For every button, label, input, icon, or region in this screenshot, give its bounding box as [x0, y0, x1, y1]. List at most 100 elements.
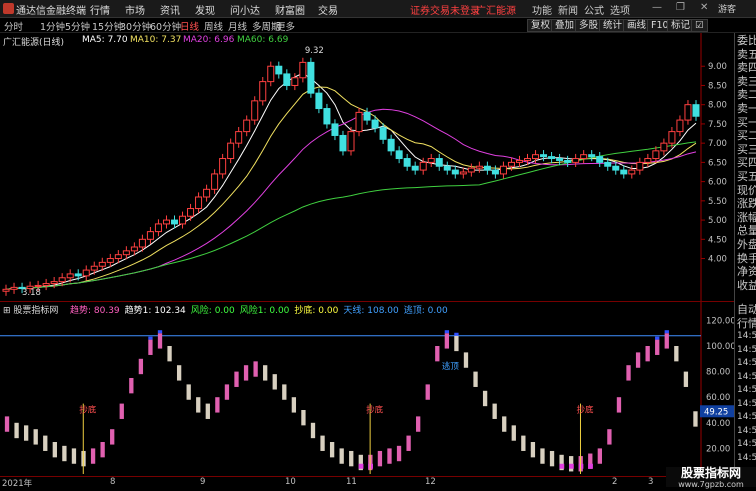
- indicator-bar: [148, 339, 153, 355]
- close-icon[interactable]: ✕: [700, 2, 708, 13]
- period-1min[interactable]: 1分钟: [40, 19, 65, 33]
- indicator-bar: [540, 448, 545, 464]
- menu-news-right[interactable]: 新闻: [558, 2, 578, 17]
- tool-mark[interactable]: 标记: [667, 19, 695, 32]
- candle: [507, 161, 515, 167]
- candle: [138, 238, 146, 248]
- candle: [98, 261, 106, 267]
- candle: [387, 138, 395, 152]
- candle: [219, 158, 227, 175]
- candle: [154, 223, 162, 233]
- price-chart-svg[interactable]: 9.00 8.50 8.00 7.50 7.00 6.50 6.00 5.50 5.00 4.50…: [0, 33, 734, 301]
- indicator-bar: [492, 403, 497, 419]
- top-marker: [157, 330, 163, 334]
- indicator-bar: [205, 403, 210, 419]
- period-more[interactable]: 更多: [276, 19, 295, 33]
- candle: [652, 150, 660, 160]
- quote-field-label: 买四: [737, 156, 756, 170]
- x-axis: 2021年 8 9 10 11 12 2 3: [0, 476, 734, 489]
- top-marker: [148, 336, 153, 340]
- candle: [267, 65, 275, 83]
- period-intraday[interactable]: 分时: [4, 19, 23, 33]
- candle: [604, 161, 612, 167]
- menu-wealth[interactable]: 财富圈: [275, 2, 305, 17]
- candle: [395, 150, 403, 160]
- period-weekly[interactable]: 周线: [204, 19, 223, 33]
- period-15min[interactable]: 15分钟: [92, 19, 123, 33]
- candle: [499, 165, 507, 175]
- quote-field-label: 收益: [737, 278, 756, 292]
- menu-market[interactable]: 市场: [125, 2, 145, 17]
- period-5min[interactable]: 5分钟: [65, 19, 90, 33]
- candle: [363, 111, 371, 121]
- indicator-y-tick: 20.00: [706, 444, 730, 454]
- tool-draw[interactable]: 画线: [623, 19, 651, 32]
- quote-field-label: 换手: [737, 251, 756, 265]
- tool-check[interactable]: ☑: [691, 19, 708, 32]
- period-monthly[interactable]: 月线: [228, 19, 247, 33]
- candle: [660, 142, 668, 152]
- broker-name[interactable]: 广汇能源: [476, 2, 516, 17]
- candle: [467, 167, 475, 173]
- period-bar: 分时 1分钟 5分钟 15分钟 30分钟 60分钟 日线 周线 月线 多周期 更…: [0, 18, 756, 33]
- bottom-marker: [588, 463, 593, 469]
- candle: [588, 154, 596, 158]
- tool-multi-stock[interactable]: 多股: [575, 19, 603, 32]
- indicator-bar: [282, 384, 287, 400]
- tool-overlay[interactable]: 叠加: [551, 19, 579, 32]
- quote-field-label: 总量: [737, 224, 756, 238]
- menu-function[interactable]: 功能: [532, 2, 552, 17]
- price-y-tick: 5.00: [708, 216, 727, 226]
- x-label-9: 9: [200, 477, 206, 487]
- minimize-icon[interactable]: —: [652, 2, 662, 13]
- indicator-bar: [597, 448, 602, 464]
- period-60min[interactable]: 60分钟: [150, 19, 181, 33]
- candle: [355, 111, 363, 133]
- menu-formula[interactable]: 公式: [584, 2, 604, 17]
- menu-news[interactable]: 资讯: [160, 2, 180, 17]
- menu-ask[interactable]: 问小达: [230, 2, 260, 17]
- tool-stats[interactable]: 统计: [599, 19, 627, 32]
- indicator-bar: [693, 411, 698, 427]
- candle: [179, 215, 187, 225]
- guest-label[interactable]: 游客: [718, 2, 736, 15]
- indicator-y-tick: 100.00: [706, 342, 734, 352]
- candle: [411, 165, 419, 171]
- candle: [644, 158, 652, 163]
- x-label-2021: 2021年: [2, 479, 33, 489]
- restore-icon[interactable]: ❐: [676, 2, 685, 13]
- quote-field-label: 买三: [737, 142, 756, 156]
- menu-discover[interactable]: 发现: [195, 2, 215, 17]
- candle: [403, 158, 411, 167]
- indicator-bar: [167, 346, 172, 362]
- indicator-bar: [655, 339, 660, 355]
- menu-trade[interactable]: 交易: [318, 2, 338, 17]
- menu-options[interactable]: 选项: [610, 2, 630, 17]
- quote-field-label: 卖四: [737, 61, 756, 75]
- candle: [227, 142, 235, 160]
- tick-time-label: 14:50: [737, 425, 756, 436]
- period-30min[interactable]: 30分钟: [120, 19, 151, 33]
- candle: [427, 158, 435, 163]
- indicator-bar: [674, 346, 679, 362]
- candle: [443, 165, 451, 171]
- tool-adjust[interactable]: 复权: [527, 19, 555, 32]
- indicator-bar: [339, 448, 344, 464]
- menu-quotes[interactable]: 行情: [90, 2, 110, 17]
- indicator-bar: [435, 346, 440, 362]
- candle: [483, 165, 491, 171]
- indicator-bar: [110, 429, 115, 445]
- candle: [211, 173, 219, 190]
- indicator-chart-svg[interactable]: 120.00 100.00 80.00 60.00 40.00 20.00 抄底 抄底 抄底 逃顶…: [0, 302, 734, 476]
- tick-time-label: 14:50: [737, 452, 756, 463]
- candle: [34, 284, 42, 287]
- indicator-bar: [43, 435, 48, 451]
- candle: [122, 250, 130, 256]
- app-name: 通达信金融终端: [16, 6, 86, 17]
- escape-label: 逃顶: [442, 361, 460, 372]
- login-warning[interactable]: 证券交易未登录: [410, 2, 480, 17]
- candle: [379, 127, 387, 140]
- indicator-bar: [406, 435, 411, 451]
- period-daily[interactable]: 日线: [180, 19, 199, 33]
- indicator-bar: [138, 358, 144, 375]
